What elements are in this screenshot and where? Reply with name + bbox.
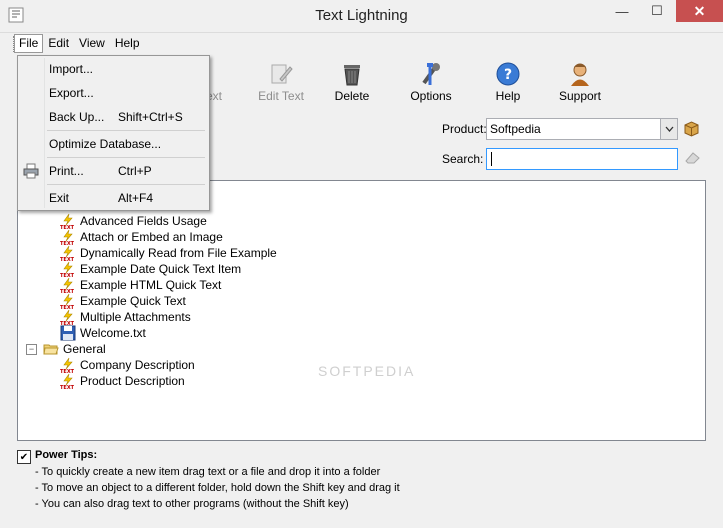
maximize-button[interactable]: ☐ [640, 0, 674, 22]
options-label: Options [410, 89, 452, 103]
delete-button[interactable]: Delete [317, 57, 387, 105]
tree-item-label: Dynamically Read from File Example [80, 246, 277, 260]
tree-item[interactable]: TEXT Example HTML Quick Text [60, 277, 221, 293]
tree-item[interactable]: TEXT Dynamically Read from File Example [60, 245, 277, 261]
support-label: Support [558, 89, 602, 103]
menu-item-shortcut: Alt+F4 [118, 191, 154, 205]
menu-item-label: Import... [49, 62, 94, 76]
trash-icon [344, 65, 360, 86]
menu-separator [47, 157, 205, 158]
tree-item-label: Example Quick Text [80, 294, 186, 308]
menu-item-export[interactable]: Export... [18, 82, 209, 104]
help-button[interactable]: ? Help [473, 57, 543, 105]
wrench-icon [422, 63, 440, 85]
menu-item-label: Back Up... [49, 110, 105, 124]
tree-item-label: Multiple Attachments [80, 310, 191, 324]
tree-item[interactable]: TEXT Advanced Fields Usage [60, 213, 207, 229]
tree-item[interactable]: TEXT Example Date Quick Text Item [60, 261, 241, 277]
product-box-icon[interactable] [683, 120, 700, 137]
tree-item[interactable]: TEXT Attach or Embed an Image [60, 229, 223, 245]
tree-item[interactable]: TEXT Multiple Attachments [60, 309, 191, 325]
menu-separator [47, 184, 205, 185]
tree-folder-label: General [63, 342, 106, 356]
file-menu-dropdown: Import... Export... Back Up... Shift+Ctr… [17, 55, 210, 211]
tree-item[interactable]: Welcome.txt [60, 325, 146, 341]
help-icon: ? [496, 62, 520, 86]
delete-label: Delete [334, 89, 370, 103]
menu-item-label: Optimize Database... [49, 137, 162, 151]
svg-text:?: ? [504, 67, 512, 83]
menu-bar: File Edit View Help [14, 34, 145, 54]
menu-item-label: Export... [49, 86, 94, 100]
options-button[interactable]: Options [396, 57, 466, 105]
menu-item-shortcut: Ctrl+P [118, 164, 152, 178]
edit-text-button[interactable]: Edit Text [246, 57, 316, 105]
tree-item-label: Company Description [80, 358, 195, 372]
support-button[interactable]: Support [545, 57, 615, 105]
tree-item-label: Example HTML Quick Text [80, 278, 222, 292]
tree-item-label: Example Date Quick Text Item [80, 262, 242, 276]
tree-item-label: Advanced Fields Usage [80, 214, 207, 228]
chevron-down-icon [665, 126, 673, 132]
minimize-button[interactable]: — [605, 0, 639, 22]
search-label: Search: [442, 152, 484, 166]
menu-item-import[interactable]: Import... [18, 58, 209, 80]
menu-separator [47, 130, 205, 131]
floppy-disk-icon [60, 325, 76, 341]
tree-item-label: Welcome.txt [80, 326, 146, 340]
support-person-icon [571, 63, 589, 86]
menu-item-backup[interactable]: Back Up... Shift+Ctrl+S [18, 106, 209, 128]
folder-open-icon [43, 344, 59, 355]
edit-text-label: Edit Text [258, 89, 304, 103]
collapse-toggle[interactable]: − [26, 343, 37, 355]
quick-text-icon: TEXT [60, 277, 75, 293]
tree-item[interactable]: TEXT Company Description [60, 357, 195, 373]
menu-item-shortcut: Shift+Ctrl+S [118, 110, 183, 124]
product-combobox[interactable]: Softpedia [486, 118, 678, 140]
close-button[interactable]: ✕ [676, 0, 723, 22]
power-tip-line: - To quickly create a new item drag text… [35, 466, 381, 478]
edit-text-icon [271, 64, 293, 84]
power-tip-line: - You can also drag text to other progra… [35, 498, 349, 510]
menu-view[interactable]: View [74, 34, 110, 53]
title-bar: Text Lightning — ☐ ✕ [0, 0, 723, 33]
product-dropdown-button[interactable] [660, 119, 677, 139]
menu-item-print[interactable]: Print... Ctrl+P [18, 160, 209, 182]
tree-item-label: Product Description [80, 374, 185, 388]
item-tree[interactable]: SOFTPEDIA TEXT Advanced Fields Usage TEX… [17, 180, 706, 441]
quick-text-icon: TEXT [60, 229, 75, 245]
quick-text-icon: TEXT [60, 293, 75, 309]
eraser-icon[interactable] [684, 150, 701, 165]
tree-folder-general[interactable]: − General [26, 341, 106, 357]
quick-text-icon: TEXT [60, 373, 75, 389]
svg-text:TEXT: TEXT [60, 385, 75, 389]
menu-item-label: Exit [49, 191, 70, 205]
tree-item-label: Attach or Embed an Image [80, 230, 223, 244]
power-tip-line: - To move an object to a different folde… [35, 482, 400, 494]
power-tips-title: Power Tips: [35, 449, 98, 461]
quick-text-icon: TEXT [60, 245, 75, 261]
menu-edit[interactable]: Edit [43, 34, 74, 53]
quick-text-icon: TEXT [60, 357, 75, 373]
tree-item[interactable]: TEXT Product Description [60, 373, 185, 389]
menu-item-optimize-database[interactable]: Optimize Database... [18, 133, 209, 155]
text-caret [491, 152, 492, 166]
quick-text-icon: TEXT [60, 309, 75, 325]
tree-item[interactable]: TEXT Example Quick Text [60, 293, 186, 309]
printer-icon [23, 163, 39, 179]
menu-item-exit[interactable]: Exit Alt+F4 [18, 187, 209, 209]
product-label: Product: [442, 122, 487, 136]
menu-item-label: Print... [49, 164, 84, 178]
quick-text-icon: TEXT [60, 213, 75, 229]
quick-text-icon: TEXT [60, 261, 75, 277]
softpedia-watermark: SOFTPEDIA [318, 363, 416, 379]
search-input[interactable] [486, 148, 678, 170]
product-value: Softpedia [490, 122, 541, 136]
power-tips-checkbox[interactable]: ✔ [17, 450, 31, 464]
power-tips: ✔ Power Tips: - To quickly create a new … [17, 448, 704, 518]
help-label: Help [495, 89, 521, 103]
menu-file[interactable]: File [14, 34, 44, 53]
menu-help[interactable]: Help [110, 34, 145, 53]
